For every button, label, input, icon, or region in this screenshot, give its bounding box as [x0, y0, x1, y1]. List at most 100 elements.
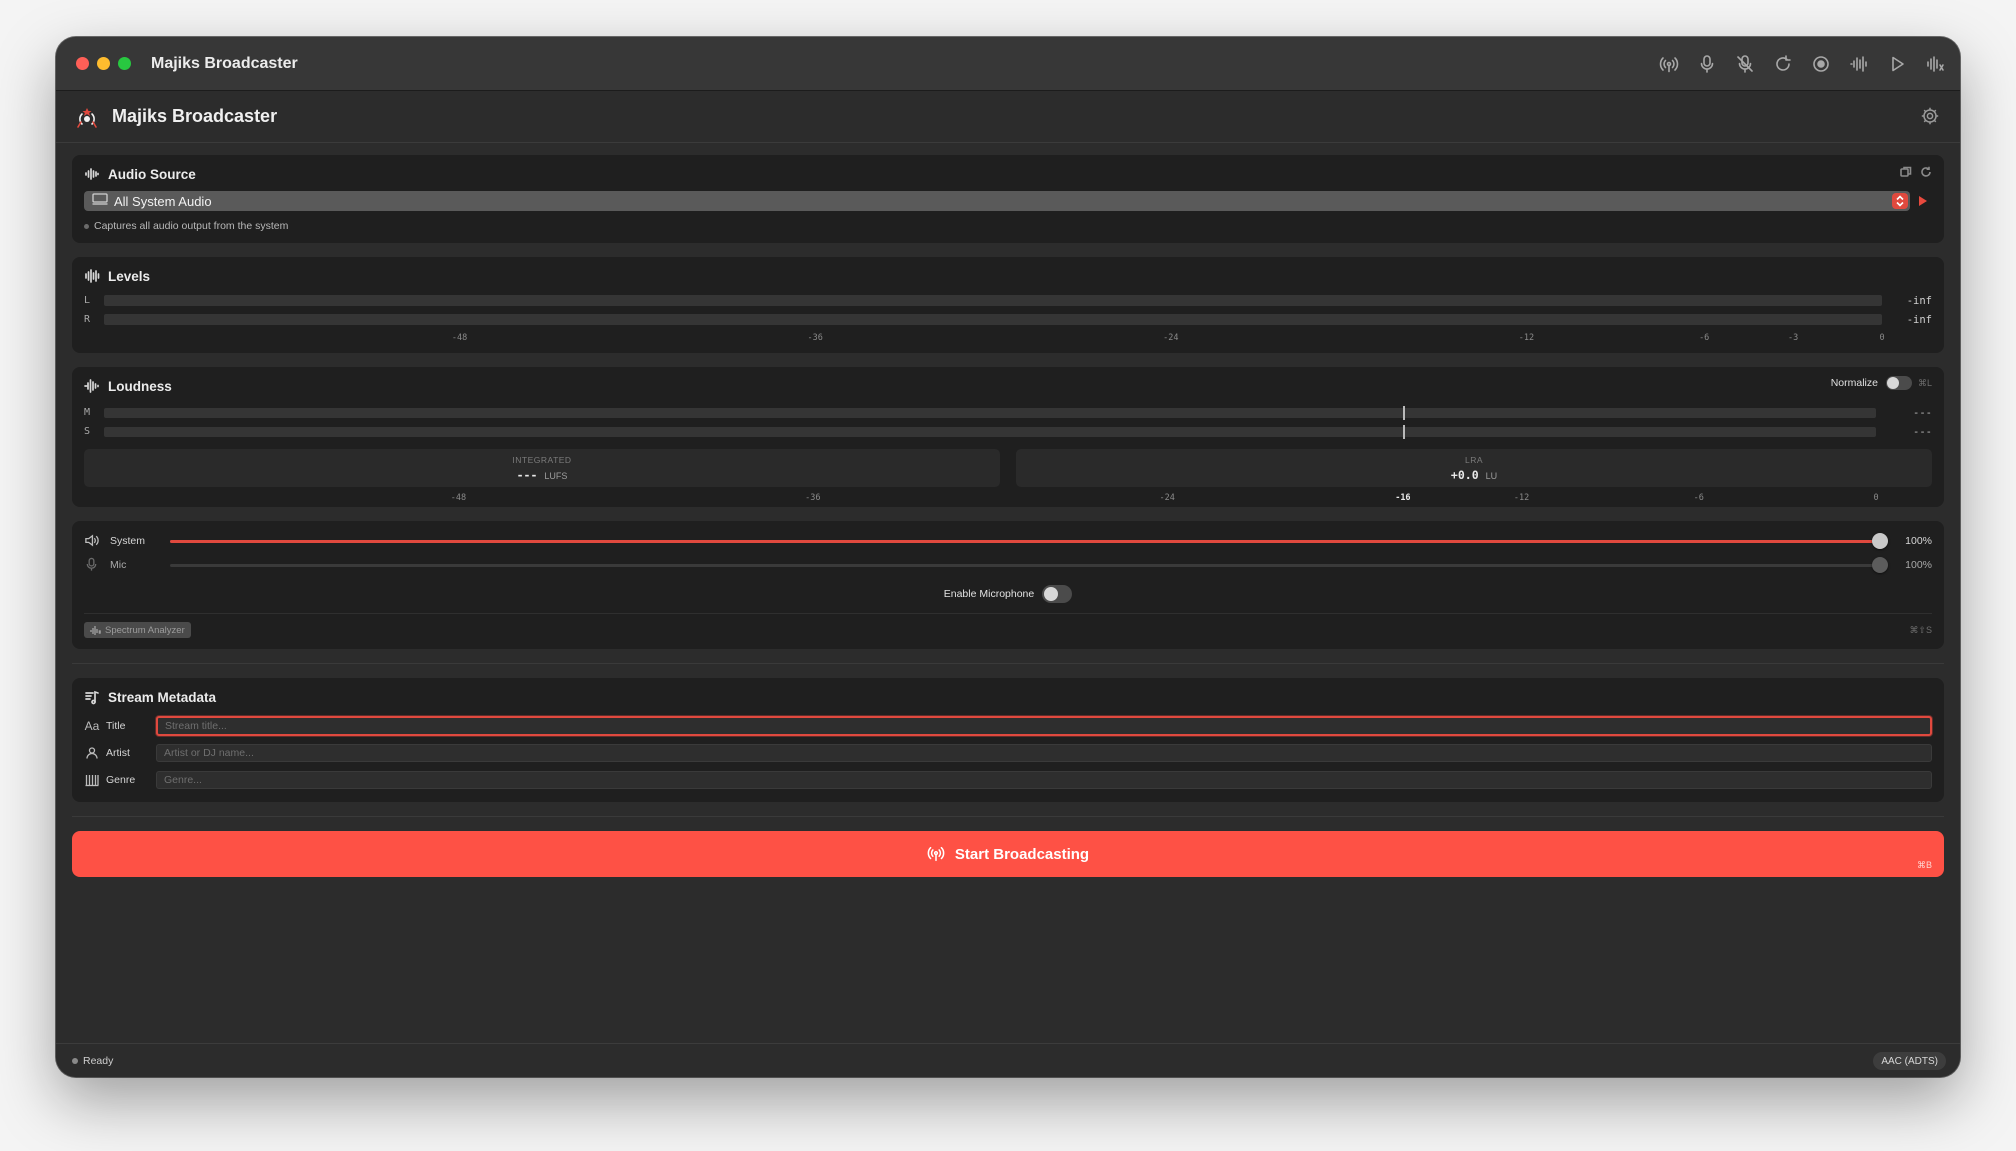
mixer-panel: System 100% Mic 100% Enable Microphone S…: [72, 521, 1944, 649]
window-controls: [76, 57, 131, 70]
meta-row-genre: Genre: [72, 766, 1944, 793]
loudness-meter-momentary: M ---: [72, 403, 1944, 422]
meter-label: M: [84, 407, 91, 418]
stat-value: +0.0 LU: [1451, 468, 1497, 482]
level-meter-right: R -inf: [72, 310, 1944, 329]
start-broadcasting-button[interactable]: Start Broadcasting ⌘B: [72, 831, 1944, 877]
genre-icon: [84, 772, 100, 788]
mixer-value: 100%: [1905, 559, 1932, 571]
meta-label: Genre: [106, 773, 136, 786]
meter-bar: [104, 405, 1876, 420]
display-icon: [92, 192, 108, 210]
normalize-label: Normalize: [1830, 377, 1878, 389]
minimize-window-button[interactable]: [97, 57, 110, 70]
play-icon[interactable]: [1886, 53, 1908, 75]
meta-label: Artist: [106, 746, 130, 759]
meta-row-title: Aa Title: [72, 712, 1944, 739]
spectrum-shortcut: ⌘⇧S: [1909, 624, 1932, 635]
meter-value: ---: [1913, 406, 1932, 419]
slider-knob[interactable]: [1872, 532, 1888, 549]
refresh-icon[interactable]: [1772, 53, 1794, 75]
app-logo: [74, 104, 100, 130]
lra-value: +0.0: [1450, 467, 1479, 482]
refresh-icon[interactable]: [1920, 165, 1932, 183]
stat-label: LRA: [1464, 454, 1484, 465]
spectrum-analyzer-button[interactable]: Spectrum Analyzer: [84, 622, 191, 638]
audio-source-value: All System Audio: [114, 193, 212, 209]
scale-tick: -24: [1159, 493, 1175, 503]
channel-value: -inf: [1906, 313, 1932, 326]
loudness-panel: Loudness Normalize ⌘L M --- S --- INTEGR…: [72, 367, 1944, 507]
scale-tick: -48: [450, 493, 467, 503]
audio-source-select[interactable]: All System Audio: [84, 191, 1910, 211]
broadcast-icon: [927, 846, 945, 862]
app-title: Majiks Broadcaster: [112, 106, 278, 126]
levels-icon[interactable]: [1924, 53, 1946, 75]
audio-source-header: Audio Source: [72, 159, 1944, 189]
level-meter-left: L -inf: [72, 291, 1944, 310]
scale-tick: -6: [1699, 333, 1710, 343]
source-tools: [1900, 165, 1932, 183]
scale-tick: -36: [805, 493, 821, 503]
chevron-updown-icon[interactable]: [1892, 193, 1908, 209]
spectrum-label: Spectrum Analyzer: [105, 624, 185, 636]
mic-volume-slider[interactable]: [170, 556, 1888, 573]
enable-mic-toggle[interactable]: [1042, 585, 1073, 603]
mic-icon[interactable]: [1696, 53, 1718, 75]
source-hint: Captures all audio output from the syste…: [84, 220, 1944, 232]
waveform-icon[interactable]: [1848, 53, 1870, 75]
waveform-icon: [84, 378, 100, 394]
person-icon: [84, 745, 100, 761]
gear-icon[interactable]: [1920, 106, 1942, 128]
text-icon: Aa: [84, 718, 100, 733]
scale-tick-target: -16: [1395, 493, 1411, 503]
section-divider: [72, 663, 1944, 664]
artist-input[interactable]: [156, 743, 1932, 762]
levels-icon: [84, 268, 100, 284]
record-icon[interactable]: [1810, 53, 1832, 75]
levels-title: Levels: [108, 268, 151, 284]
mixer-value: 100%: [1905, 535, 1932, 547]
waveform-icon: [84, 166, 100, 182]
codec-badge: AAC (ADTS): [1873, 1052, 1946, 1070]
mic-icon: [84, 557, 100, 573]
target-marker: [1402, 405, 1405, 420]
normalize-toggle[interactable]: [1885, 376, 1912, 390]
spectrum-row: Spectrum Analyzer ⌘⇧S: [84, 622, 1932, 638]
slider-knob[interactable]: [1872, 556, 1888, 573]
loudness-meter-short: S ---: [72, 422, 1944, 441]
broadcast-label: Start Broadcasting: [954, 845, 1090, 863]
close-window-button[interactable]: [76, 57, 89, 70]
stat-unit: LU: [1485, 470, 1498, 481]
copy-icon[interactable]: [1900, 165, 1912, 183]
metadata-header: Stream Metadata: [72, 682, 1944, 712]
source-select-row: All System Audio: [84, 191, 1932, 211]
levels-header: Levels: [72, 261, 1944, 291]
genre-input[interactable]: [156, 770, 1932, 789]
stream-title-input[interactable]: [156, 715, 1932, 736]
enable-mic-row: Enable Microphone: [72, 583, 1944, 605]
status-text: Ready: [83, 1054, 114, 1067]
zoom-window-button[interactable]: [118, 57, 131, 70]
section-divider: [72, 816, 1944, 817]
broadcast-icon[interactable]: [1658, 53, 1680, 75]
mixer-row-system: System 100%: [72, 529, 1944, 553]
normalize-shortcut: ⌘L: [1917, 377, 1932, 388]
mic-off-icon[interactable]: [1734, 53, 1756, 75]
mixer-row-mic: Mic 100%: [72, 553, 1944, 577]
channel-value: -inf: [1906, 294, 1932, 307]
status-indicator: [72, 1057, 78, 1064]
target-marker: [1402, 424, 1405, 439]
scale-tick: -48: [451, 333, 468, 343]
preview-play-button[interactable]: [1918, 194, 1932, 208]
mixer-label: Mic: [110, 559, 127, 571]
speaker-icon: [84, 533, 100, 549]
system-volume-slider[interactable]: [170, 532, 1888, 549]
spectrum-icon: [90, 625, 101, 635]
loudness-header: Loudness: [72, 369, 1944, 403]
scale-tick: -24: [1163, 333, 1179, 343]
scale-tick: -6: [1693, 493, 1704, 503]
loudness-title: Loudness: [108, 378, 172, 394]
lra-stat: LRA +0.0 LU: [1016, 449, 1932, 487]
music-note-icon: [84, 689, 100, 705]
